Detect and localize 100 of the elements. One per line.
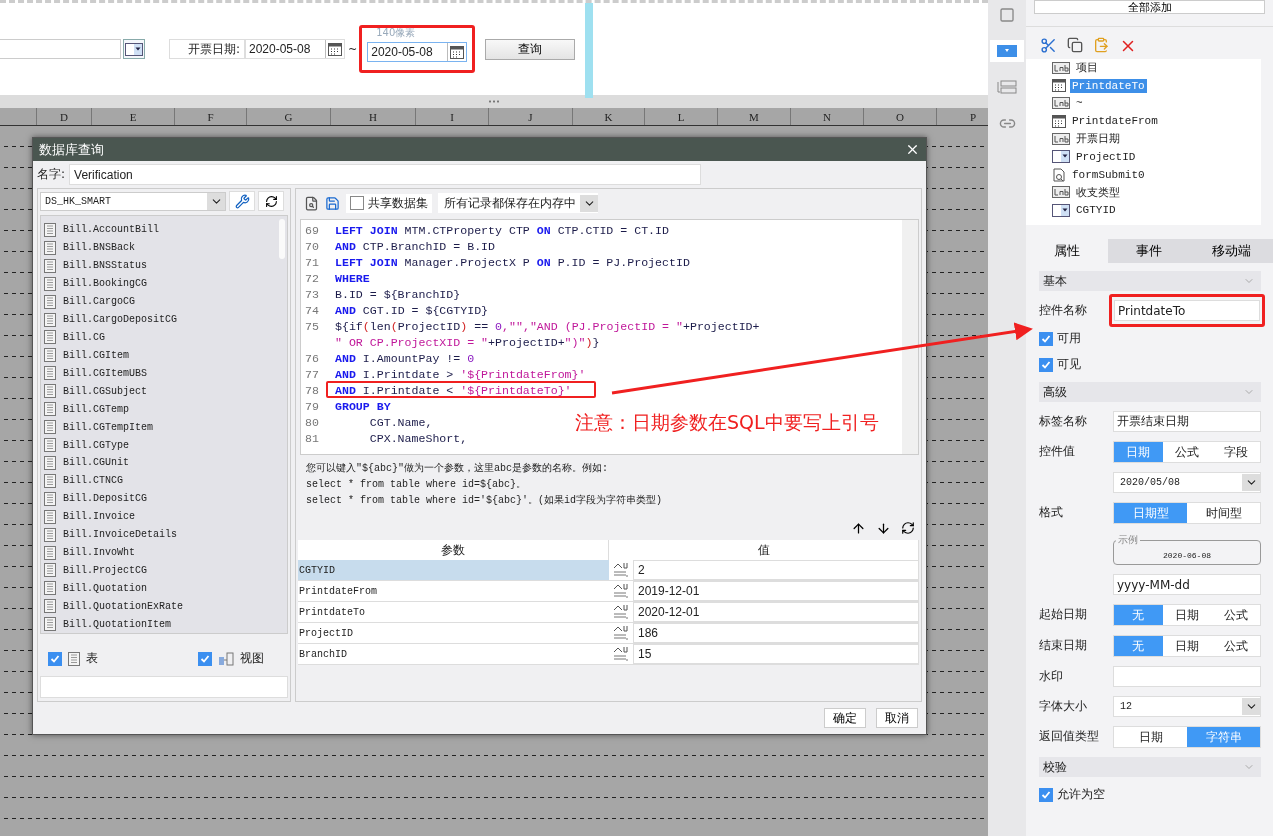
tab[interactable]: 属性 [1026,239,1109,263]
table-item[interactable]: Bill.CTNCG [44,471,287,490]
column-header[interactable]: H [330,108,415,125]
param-value[interactable]: 2020-12-01 [633,602,919,622]
table-item[interactable]: Bill.CGUnit [44,454,287,472]
save-button[interactable] [325,195,340,211]
table-item[interactable]: Bill.BNSBack [44,238,287,257]
param-name[interactable]: BranchID [298,644,609,664]
date-field[interactable]: 2020-05-08 [367,42,468,62]
query-button[interactable]: 查询 [485,38,576,60]
cut-button[interactable] [1040,37,1057,55]
section-header[interactable]: 校验 [1039,757,1261,777]
close-button[interactable] [905,142,920,157]
text-field[interactable] [1113,666,1261,687]
table-item[interactable]: Bill.QuotationExRate [44,597,287,616]
copy-button[interactable] [1067,37,1083,55]
table-item[interactable]: Bill.BookingCG [44,274,287,293]
tree-item[interactable]: 收支类型 [1074,183,1122,201]
tab[interactable]: 事件 [1108,239,1191,263]
text-field[interactable]: yyyy-MM-dd [1113,574,1261,595]
tab[interactable]: 移动端 [1190,239,1273,263]
param-value[interactable]: 15 [633,644,919,664]
sql-editor[interactable] [300,219,919,455]
tree-item[interactable]: PrintdateFrom [1070,114,1160,129]
table-item[interactable]: Bill.CargoCG [44,292,287,311]
tree-item[interactable]: 开票日期 [1074,130,1122,148]
checkbox[interactable] [350,196,364,210]
checkbox[interactable] [48,651,62,666]
column-header[interactable]: J [488,108,572,125]
column-header[interactable]: O [863,108,936,125]
table-item[interactable]: Bill.InvoiceDetails [44,525,287,544]
dropdown-button[interactable] [123,39,145,59]
select-field[interactable]: 2020/05/08 [1113,472,1261,493]
paste-button[interactable] [1093,37,1109,55]
param-name[interactable]: PrintdateTo [298,602,609,622]
param-name[interactable]: ProjectID [298,623,609,643]
table-item[interactable]: Bill.CGTemp [44,400,287,419]
table-item[interactable]: Bill.BNSStatus [44,256,287,275]
table-item[interactable]: Bill.CGSubject [44,382,287,401]
column-header[interactable]: M [717,108,790,125]
param-value[interactable]: 2019-12-01 [633,581,919,601]
cancel-button[interactable]: 取消 [876,708,918,728]
type-icon[interactable] [609,644,633,664]
name-field[interactable]: PrintdateTo [1114,300,1260,321]
text-field[interactable]: 开票结束日期 [1113,411,1261,432]
column-header[interactable]: K [572,108,644,125]
column-header[interactable]: F [174,108,246,125]
column-header[interactable]: G [246,108,330,125]
dropdown-field[interactable] [0,39,121,59]
tree-item[interactable]: ProjectID [1074,149,1138,164]
checkbox[interactable] [1039,357,1053,372]
move-up-button[interactable] [851,521,866,536]
param-value[interactable]: 186 [633,623,919,643]
table-item[interactable]: Bill.Quotation [44,579,287,598]
table-item[interactable]: Bill.CargoDepositCG [44,310,287,329]
refresh-button[interactable] [901,521,915,536]
name-field[interactable]: Verification [69,164,702,185]
table-item[interactable]: Bill.DepositCG [44,489,287,508]
tools-button[interactable] [229,191,255,211]
type-icon[interactable] [609,560,633,580]
column-header[interactable]: D [36,108,91,125]
refresh-button[interactable] [258,191,284,211]
checkbox[interactable] [1039,787,1053,802]
type-icon[interactable] [609,602,633,622]
tree-item[interactable]: CGTYID [1074,203,1118,218]
ok-button[interactable]: 确定 [824,708,866,728]
section-header[interactable]: 高级 [1039,382,1261,402]
table-item[interactable]: Bill.Invoice [44,507,287,526]
param-value[interactable]: 2 [633,560,919,580]
table-item[interactable]: Bill.ProjectCG [44,561,287,580]
table-item[interactable]: Bill.CGItem [44,346,287,365]
table-item[interactable]: Bill.QuotationItem [44,615,287,634]
type-icon[interactable] [609,623,633,643]
column-header[interactable]: I [415,108,488,125]
section-header[interactable]: 基本 [1039,271,1261,291]
add-all-button[interactable]: 全部添加 [1034,0,1265,14]
move-down-button[interactable] [876,521,891,536]
param-name[interactable]: PrintdateFrom [298,581,609,601]
select-field[interactable]: 12 [1113,696,1261,717]
datasource-select[interactable]: DS_HK_SMART [40,191,226,211]
table-item[interactable]: Bill.CG [44,328,287,347]
preview-button[interactable] [304,195,319,211]
table-item[interactable]: Bill.CGItemUBS [44,364,287,383]
tree-item[interactable]: ~ [1074,96,1085,111]
scrollbar[interactable] [902,220,918,454]
tool-button[interactable] [990,40,1024,62]
column-header[interactable]: L [644,108,717,125]
column-header[interactable]: N [790,108,863,125]
table-item[interactable]: Bill.AccountBill [44,221,287,239]
tree-item[interactable]: 项目 [1074,59,1100,77]
filter-field[interactable] [40,676,288,698]
table-item[interactable]: Bill.InvoWht [44,543,287,562]
date-field[interactable]: 2020-05-08 [245,39,345,59]
table-item[interactable]: Bill.CGType [44,436,287,454]
column-header[interactable]: E [91,108,174,125]
checkbox[interactable] [198,651,212,666]
cache-select[interactable]: 所有记录都保存在内存中 [438,193,598,213]
table-item[interactable]: Bill.CGTempItem [44,418,287,437]
type-icon[interactable] [609,581,633,601]
tree-item[interactable]: formSubmit0 [1070,167,1147,182]
